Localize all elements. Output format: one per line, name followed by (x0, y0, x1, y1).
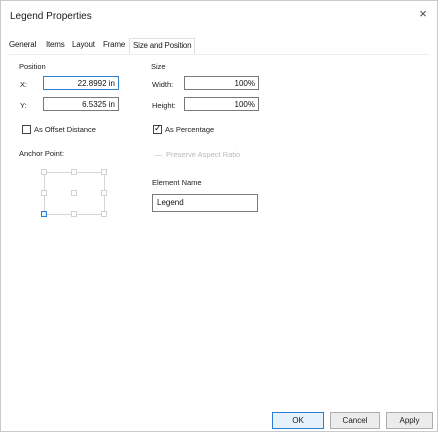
anchor-bottom-right[interactable] (101, 211, 107, 217)
width-input[interactable]: 100% (184, 76, 259, 90)
preserve-aspect-ratio-label: Preserve Aspect Ratio (166, 150, 241, 159)
tab-items[interactable]: Items (46, 40, 65, 49)
close-icon[interactable]: × (415, 6, 431, 22)
y-position-input[interactable]: 6.5325 in (43, 97, 119, 111)
x-position-input[interactable]: 22.8992 in (43, 76, 119, 90)
as-percentage-label: As Percentage (165, 125, 215, 134)
anchor-top-right[interactable] (101, 169, 107, 175)
position-heading: Position (19, 62, 46, 71)
tab-general[interactable]: General (9, 40, 36, 49)
preserve-aspect-ratio-icon: — (155, 150, 163, 159)
anchor-top-left[interactable] (41, 169, 47, 175)
legend-properties-dialog: Legend Properties × General Items Layout… (0, 0, 438, 432)
anchor-point-label: Anchor Point: (19, 149, 65, 158)
tab-panel-divider (9, 54, 429, 55)
x-label: X: (20, 80, 28, 89)
as-percentage-checkbox[interactable] (153, 123, 162, 134)
anchor-middle-left[interactable] (41, 190, 47, 196)
tab-layout[interactable]: Layout (72, 40, 95, 49)
y-label: Y: (20, 101, 27, 110)
width-label: Width: (152, 80, 174, 89)
anchor-center[interactable] (71, 190, 77, 196)
as-offset-distance-label: As Offset Distance (34, 125, 96, 134)
ok-button[interactable]: OK (272, 412, 324, 429)
height-input[interactable]: 100% (184, 97, 259, 111)
anchor-point-grid (41, 169, 111, 219)
anchor-bottom-center[interactable] (71, 211, 77, 217)
apply-button[interactable]: Apply (386, 412, 433, 429)
anchor-top-center[interactable] (71, 169, 77, 175)
element-name-label: Element Name (152, 178, 202, 187)
anchor-bottom-left[interactable] (41, 211, 47, 217)
element-name-input[interactable]: Legend (152, 194, 258, 212)
size-heading: Size (151, 62, 166, 71)
anchor-middle-right[interactable] (101, 190, 107, 196)
height-label: Height: (152, 101, 176, 110)
cancel-button[interactable]: Cancel (330, 412, 380, 429)
dialog-title: Legend Properties (10, 11, 92, 22)
as-offset-distance-checkbox[interactable] (22, 125, 31, 134)
tab-size-and-position[interactable]: Size and Position (129, 38, 196, 54)
tab-frame[interactable]: Frame (103, 40, 125, 49)
